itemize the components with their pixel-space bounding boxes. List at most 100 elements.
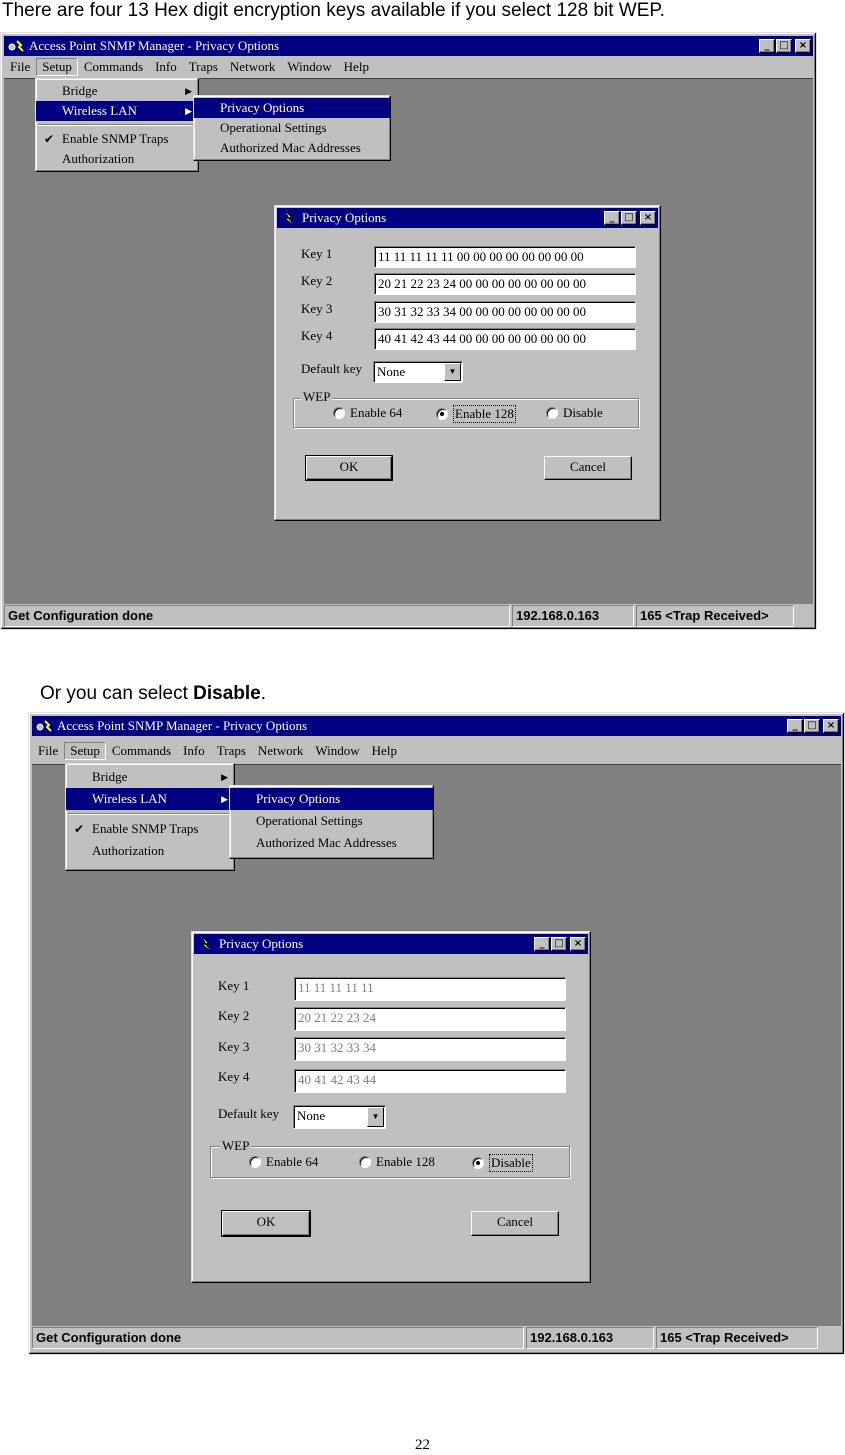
menu-item-enable-snmp-traps[interactable]: ✔ Enable SNMP Traps: [66, 818, 234, 840]
menu-info[interactable]: Info: [149, 58, 183, 76]
app-title: Access Point SNMP Manager - Privacy Opti…: [57, 718, 308, 733]
key1-input[interactable]: 11 11 11 11 11 00 00 00 00 00 00 00 00: [374, 246, 636, 268]
key3-label: Key 3: [218, 1039, 250, 1054]
menu-network[interactable]: Network: [224, 58, 282, 76]
minimize-icon[interactable]: _: [759, 39, 775, 53]
menu-item-bridge[interactable]: Bridge ▶: [66, 766, 234, 788]
menu-file[interactable]: File: [32, 742, 64, 760]
menu-info[interactable]: Info: [177, 742, 211, 760]
menu-separator: [68, 813, 232, 815]
wep-enable-64-radio[interactable]: Enable 64: [333, 405, 402, 421]
menu-setup[interactable]: Setup: [36, 58, 78, 76]
menu-network[interactable]: Network: [252, 742, 310, 760]
wep-enable-64-radio[interactable]: Enable 64: [249, 1154, 318, 1170]
wep-disable-radio[interactable]: Disable: [472, 1154, 533, 1172]
menu-item-bridge[interactable]: Bridge ▶: [36, 81, 198, 101]
checkmark-icon: ✔: [74, 822, 85, 836]
key2-input[interactable]: 20 21 22 23 24 00 00 00 00 00 00 00 00: [374, 273, 636, 295]
key3-input[interactable]: 30 31 32 33 34: [294, 1037, 566, 1061]
app-window: Access Point SNMP Manager - Privacy Opti…: [28, 712, 845, 1355]
close-icon[interactable]: ×: [823, 719, 839, 733]
menu-bar: File Setup Commands Info Traps Network W…: [32, 740, 841, 762]
close-icon[interactable]: ×: [795, 39, 811, 53]
minimize-icon[interactable]: _: [534, 937, 550, 951]
default-key-label: Default key: [301, 361, 363, 376]
menu-window[interactable]: Window: [281, 58, 337, 76]
key4-input[interactable]: 40 41 42 43 44: [294, 1069, 566, 1093]
app-title-bar: Access Point SNMP Manager - Privacy Opti…: [32, 716, 841, 736]
ok-button[interactable]: OK: [221, 1210, 311, 1237]
dialog-title-bar: Privacy Options _ □ ×: [277, 208, 658, 228]
key4-label: Key 4: [218, 1069, 250, 1084]
app-window: Access Point SNMP Manager - Privacy Opti…: [0, 32, 817, 630]
menu-help[interactable]: Help: [366, 742, 403, 760]
status-message: Get Configuration done: [4, 605, 510, 627]
minimize-icon[interactable]: _: [604, 211, 620, 225]
dropdown-arrow-icon[interactable]: ▼: [444, 363, 461, 381]
disable-instruction: Or you can select Disable.: [40, 683, 266, 704]
default-key-label: Default key: [218, 1106, 280, 1121]
key4-input[interactable]: 40 41 42 43 44 00 00 00 00 00 00 00 00: [374, 328, 636, 350]
close-icon[interactable]: ×: [640, 211, 656, 225]
key3-input[interactable]: 30 31 32 33 34 00 00 00 00 00 00 00 00: [374, 301, 636, 323]
menu-item-authorized-mac[interactable]: Authorized Mac Addresses: [230, 832, 433, 854]
key4-label: Key 4: [301, 328, 333, 343]
cancel-button[interactable]: Cancel: [544, 456, 632, 480]
menu-item-wireless-lan[interactable]: Wireless LAN ▶: [66, 788, 234, 810]
submenu-arrow-icon: ▶: [221, 794, 228, 804]
menu-setup[interactable]: Setup: [64, 742, 106, 760]
menu-item-authorization[interactable]: Authorization: [66, 840, 234, 862]
menu-commands[interactable]: Commands: [106, 742, 177, 760]
menu-commands[interactable]: Commands: [78, 58, 149, 76]
maximize-icon[interactable]: □: [804, 719, 820, 733]
wep-group-label: WEP: [301, 389, 333, 405]
default-key-select[interactable]: None ▼: [293, 1105, 386, 1129]
wireless-lan-submenu: Privacy Options Operational Settings Aut…: [229, 785, 434, 859]
menu-window[interactable]: Window: [309, 742, 365, 760]
menu-item-authorization[interactable]: Authorization: [36, 149, 198, 169]
intro-text: There are four 13 Hex digit encryption k…: [2, 0, 665, 21]
submenu-arrow-icon: ▶: [185, 86, 192, 96]
wep-enable-128-radio[interactable]: Enable 128: [436, 405, 516, 423]
key1-label: Key 1: [301, 246, 333, 261]
menu-traps[interactable]: Traps: [211, 742, 252, 760]
cancel-button[interactable]: Cancel: [471, 1211, 559, 1236]
checkmark-icon: ✔: [44, 132, 55, 146]
default-key-select[interactable]: None ▼: [373, 361, 463, 383]
menu-traps[interactable]: Traps: [183, 58, 224, 76]
dialog-title-bar: Privacy Options _ □ ×: [194, 934, 588, 954]
minimize-icon[interactable]: _: [787, 719, 803, 733]
maximize-icon[interactable]: □: [776, 39, 792, 53]
menu-file[interactable]: File: [4, 58, 36, 76]
close-icon[interactable]: ×: [570, 937, 586, 951]
lightning-icon: [280, 210, 298, 226]
wep-enable-128-radio[interactable]: Enable 128: [359, 1154, 435, 1170]
maximize-icon[interactable]: □: [551, 937, 567, 951]
key1-input[interactable]: 11 11 11 11 11: [294, 977, 566, 1001]
status-message: Get Configuration done: [32, 1327, 524, 1349]
menu-item-authorized-mac[interactable]: Authorized Mac Addresses: [194, 138, 390, 158]
ok-button[interactable]: OK: [305, 455, 393, 481]
key2-input[interactable]: 20 21 22 23 24: [294, 1007, 566, 1031]
setup-menu: Bridge ▶ Wireless LAN ▶ ✔ Enable SNMP Traps…: [35, 78, 199, 172]
menu-item-enable-snmp-traps[interactable]: ✔ Enable SNMP Traps: [36, 129, 198, 149]
app-title-bar: Access Point SNMP Manager - Privacy Opti…: [4, 36, 813, 56]
menu-item-privacy-options[interactable]: Privacy Options: [230, 788, 433, 810]
key1-label: Key 1: [218, 978, 250, 993]
app-title: Access Point SNMP Manager - Privacy Opti…: [29, 38, 280, 53]
menu-item-wireless-lan[interactable]: Wireless LAN ▶: [36, 101, 198, 121]
menu-item-operational-settings[interactable]: Operational Settings: [194, 118, 390, 138]
wireless-lan-submenu: Privacy Options Operational Settings Aut…: [193, 95, 391, 161]
setup-menu: Bridge ▶ Wireless LAN ▶ ✔ Enable SNMP Traps…: [65, 763, 235, 871]
wep-disable-radio[interactable]: Disable: [546, 405, 603, 421]
dropdown-arrow-icon[interactable]: ▼: [367, 1107, 384, 1127]
status-bar: Get Configuration done 192.168.0.163 165…: [4, 605, 813, 627]
menu-item-privacy-options[interactable]: Privacy Options: [194, 98, 390, 118]
menu-item-operational-settings[interactable]: Operational Settings: [230, 810, 433, 832]
privacy-options-dialog: Privacy Options _ □ × Key 1 Key 2 Key 3 …: [191, 931, 591, 1283]
status-trap: 165 <Trap Received>: [656, 1327, 818, 1349]
maximize-icon[interactable]: □: [621, 211, 637, 225]
radio-icon: [359, 1156, 371, 1168]
radio-icon: [333, 407, 345, 419]
menu-help[interactable]: Help: [338, 58, 375, 76]
